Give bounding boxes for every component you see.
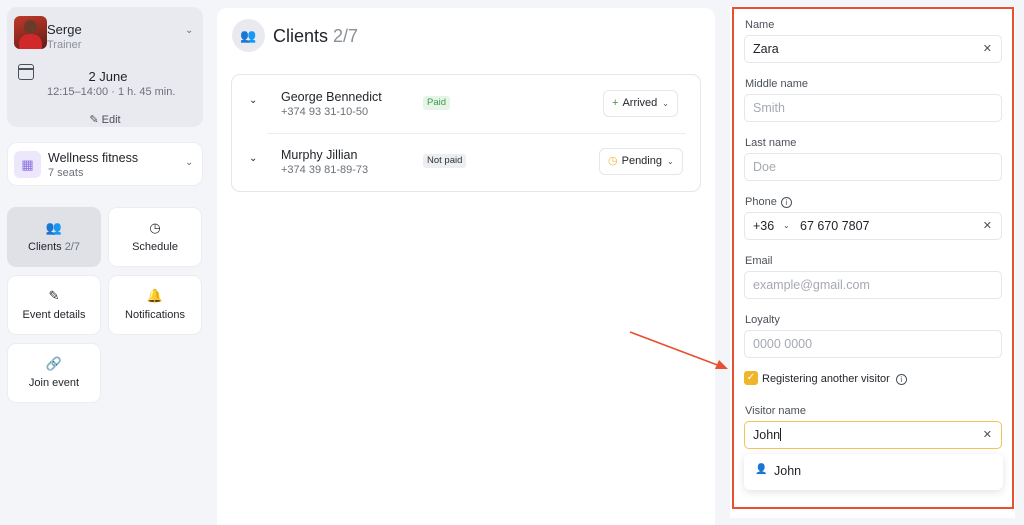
loyalty-placeholder: 0000 0000 xyxy=(753,337,813,351)
loyalty-input[interactable]: 0000 0000 xyxy=(744,330,1002,358)
register-another-checkbox[interactable]: ✓ xyxy=(744,371,758,385)
client-list: ⌄ George Bennedict +374 93 31-10-50 Paid… xyxy=(231,74,701,192)
users-icon: 👥 xyxy=(45,220,63,235)
nav-tile-event-details[interactable]: ✎ Event details xyxy=(7,275,101,335)
edit-document-icon: ✎ xyxy=(48,288,60,303)
bell-icon: 🔔 xyxy=(146,288,164,303)
clock-icon: ◷ xyxy=(149,220,161,235)
user-icon: 👤 xyxy=(755,464,768,475)
check-icon: ✓ xyxy=(746,372,756,383)
edit-button[interactable]: ✎ Edit xyxy=(7,113,203,126)
register-another-text: Registering another visitor xyxy=(762,373,890,385)
client-name: George Bennedict xyxy=(281,90,382,104)
last-name-placeholder: Doe xyxy=(753,160,776,174)
trainer-card[interactable]: Serge Trainer ⌄ 2 June 12:15–14:00 · 1 h… xyxy=(7,7,203,127)
chevron-down-icon: ⌄ xyxy=(662,99,669,108)
email-input[interactable]: example@gmail.com xyxy=(744,271,1002,299)
nav-tile-join-event[interactable]: 🔗 Join event xyxy=(7,343,101,403)
link-icon: 🔗 xyxy=(45,356,63,371)
payment-badge: Not paid xyxy=(423,154,467,168)
phone-label-text: Phone xyxy=(745,196,777,208)
status-dropdown[interactable]: ◷ Pending ⌄ xyxy=(599,148,683,175)
chevron-down-icon: ⌄ xyxy=(666,157,674,166)
payment-badge: Paid xyxy=(423,96,451,110)
venue-name: Wellness fitness xyxy=(48,151,139,165)
clock-icon: ◷ xyxy=(608,155,618,167)
visitor-name-value: John xyxy=(753,428,781,442)
info-icon[interactable]: i xyxy=(895,374,907,385)
trainer-name: Serge xyxy=(47,22,82,37)
last-name-input[interactable]: Doe xyxy=(744,153,1002,181)
nav-tile-label: Clients 2/7 xyxy=(8,241,100,253)
last-name-label: Last name xyxy=(745,137,797,149)
trainer-avatar xyxy=(14,16,47,49)
sidebar: Serge Trainer ⌄ 2 June 12:15–14:00 · 1 h… xyxy=(0,0,212,525)
client-phone: +374 39 81-89-73 xyxy=(281,164,369,176)
table-row[interactable]: ⌄ George Bennedict +374 93 31-10-50 Paid… xyxy=(232,75,702,133)
middle-name-input[interactable]: Smith xyxy=(744,94,1002,122)
calendar-icon xyxy=(18,64,34,80)
nav-tile-label: Notifications xyxy=(125,309,185,321)
email-label: Email xyxy=(745,255,773,267)
info-icon[interactable]: i xyxy=(780,197,792,208)
phone-label: Phone i xyxy=(745,196,792,208)
venue-seats: 7 seats xyxy=(48,167,84,179)
event-time: 12:15–14:00 · 1 h. 45 min. xyxy=(47,86,176,98)
status-dropdown[interactable]: + Arrived ⌄ xyxy=(603,90,678,117)
clients-label: Clients xyxy=(28,241,62,253)
nav-tile-label: Join event xyxy=(28,377,80,389)
venue-selector[interactable]: ▦ Wellness fitness 7 seats ⌄ xyxy=(7,142,203,186)
register-another-label: Registering another visitor i xyxy=(762,373,907,385)
name-value: Zara xyxy=(753,42,779,56)
pencil-icon: ✎ xyxy=(89,114,99,126)
status-label: Arrived xyxy=(622,97,658,109)
page-title: Clients 2/7 xyxy=(273,26,358,47)
autocomplete-suggestion[interactable]: 👤 John xyxy=(744,454,1003,490)
plus-icon: + xyxy=(612,97,619,109)
event-date: 2 June xyxy=(88,69,128,84)
nav-tile-label: Schedule xyxy=(132,241,178,253)
name-label: Name xyxy=(745,19,775,31)
close-icon[interactable]: ✕ xyxy=(983,422,992,448)
suggestion-text: John xyxy=(774,464,802,478)
status-label: Pending xyxy=(621,155,662,167)
phone-input[interactable]: +36 ⌄ 67 670 7807 ✕ xyxy=(744,212,1002,240)
country-code-select[interactable]: +36 xyxy=(753,213,774,239)
table-row[interactable]: ⌄ Murphy Jillian +374 39 81-89-73 Not pa… xyxy=(232,133,702,191)
middle-name-placeholder: Smith xyxy=(753,101,785,115)
trainer-role: Trainer xyxy=(47,39,82,51)
nav-tile-schedule[interactable]: ◷ Schedule xyxy=(108,207,202,267)
clients-count: 2/7 xyxy=(64,241,80,253)
client-name: Murphy Jillian xyxy=(281,148,358,162)
email-placeholder: example@gmail.com xyxy=(753,278,870,292)
middle-name-label: Middle name xyxy=(745,78,808,90)
clients-panel: 👥 Clients 2/7 ⌄ George Bennedict +374 93… xyxy=(217,8,715,525)
name-input[interactable]: Zara ✕ xyxy=(744,35,1002,63)
loyalty-label: Loyalty xyxy=(745,314,780,326)
text-caret xyxy=(780,428,782,441)
calendar-icon: ▦ xyxy=(14,151,41,178)
chevron-down-icon[interactable]: ⌄ xyxy=(185,25,193,36)
nav-tile-label: Event details xyxy=(22,309,86,321)
chevron-down-icon[interactable]: ⌄ xyxy=(783,213,790,239)
chevron-down-icon[interactable]: ⌄ xyxy=(185,157,193,168)
clients-title-text: Clients xyxy=(273,26,329,46)
chevron-down-icon[interactable]: ⌄ xyxy=(249,153,257,164)
close-icon[interactable]: ✕ xyxy=(983,213,992,239)
users-icon: 👥 xyxy=(232,19,265,52)
chevron-down-icon[interactable]: ⌄ xyxy=(249,95,257,106)
phone-value: 67 670 7807 xyxy=(800,219,870,233)
nav-tile-clients[interactable]: 👥 Clients 2/7 xyxy=(7,207,101,267)
edit-label: Edit xyxy=(101,114,121,126)
visitor-name-label: Visitor name xyxy=(745,405,806,417)
client-phone: +374 93 31-10-50 xyxy=(281,106,369,118)
close-icon[interactable]: ✕ xyxy=(983,36,992,62)
visitor-name-input[interactable]: John ✕ xyxy=(744,421,1002,449)
nav-tile-notifications[interactable]: 🔔 Notifications xyxy=(108,275,202,335)
clients-title-count: 2/7 xyxy=(333,26,359,46)
annotation-arrow xyxy=(629,331,728,369)
